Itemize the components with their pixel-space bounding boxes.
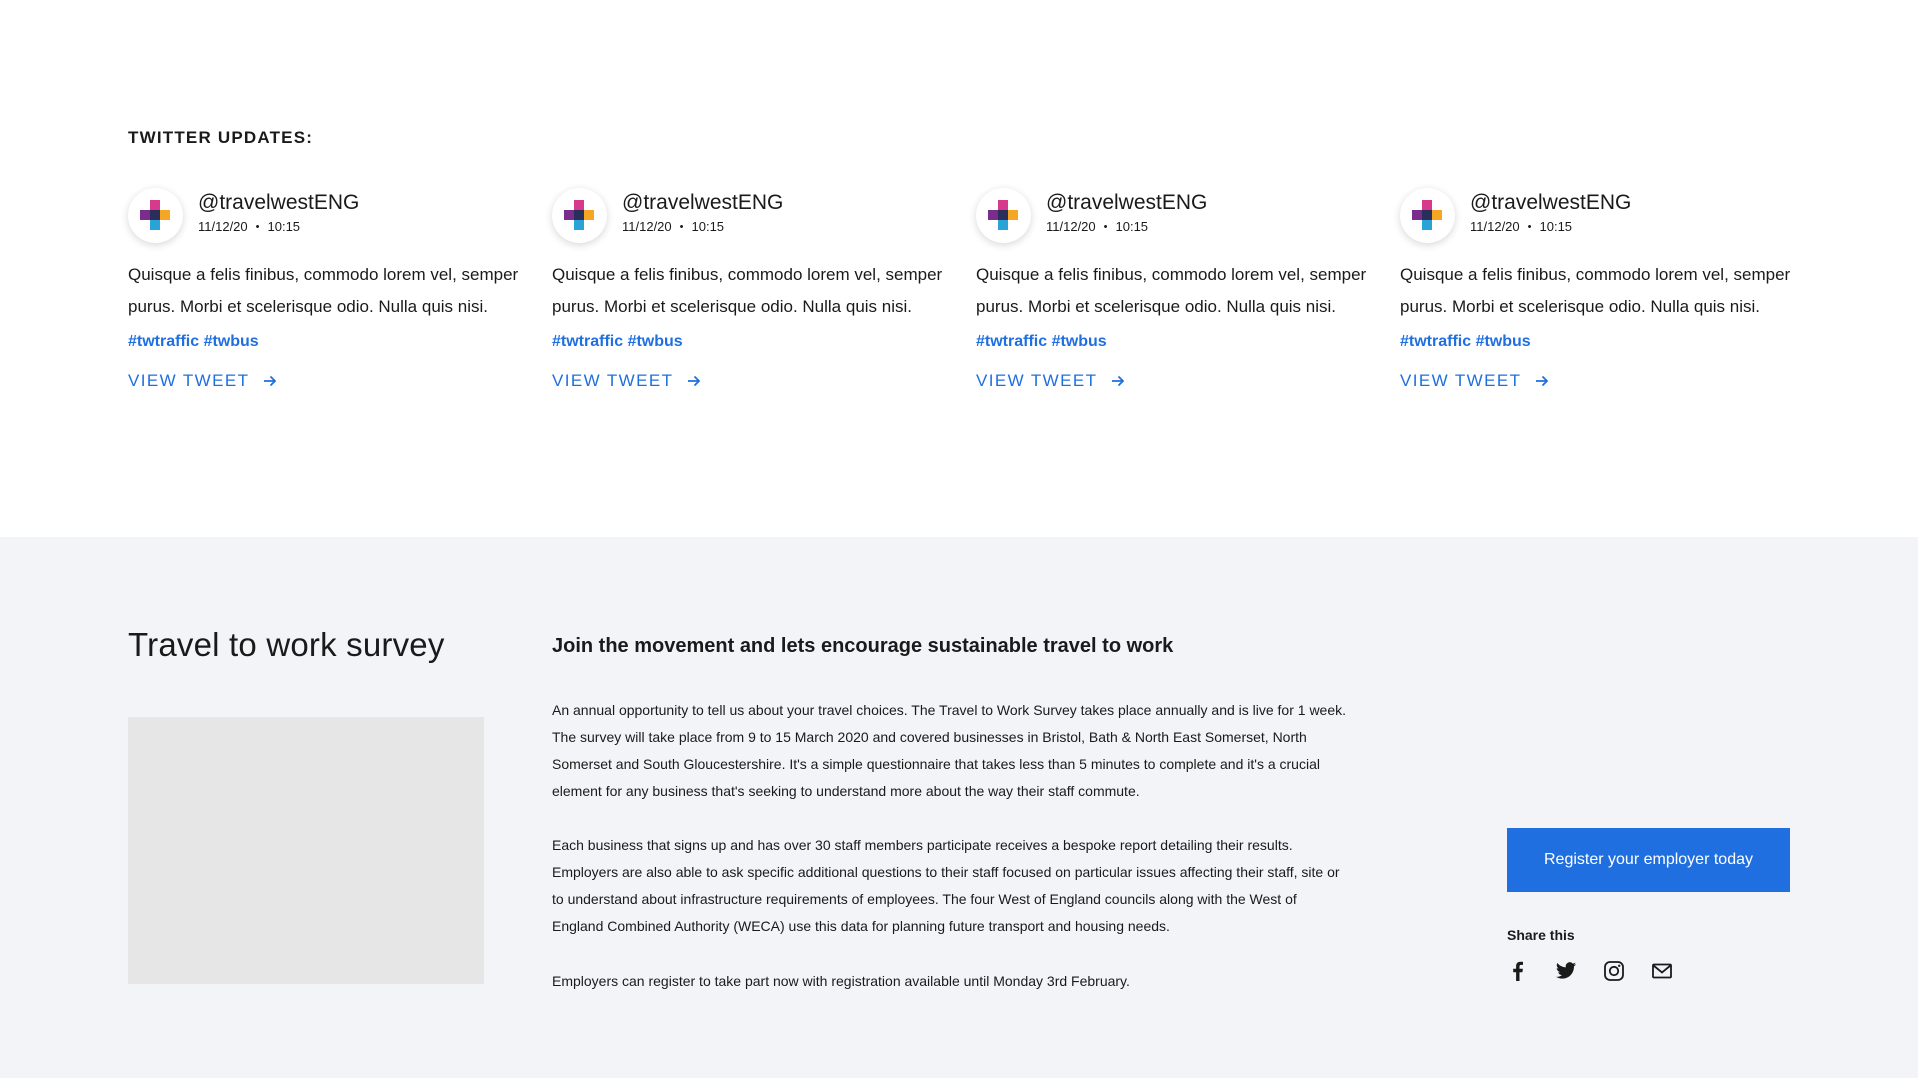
tweet-date: 11/12/20 [1470, 219, 1520, 234]
tweet-body: Quisque a felis finibus, commodo lorem v… [1400, 265, 1791, 316]
avatar [976, 188, 1031, 243]
tweet-meta: @travelwestENG 11/12/20 • 10:15 [1470, 188, 1631, 234]
tweet-handle[interactable]: @travelwestENG [622, 189, 783, 217]
tweet-timestamp: 11/12/20 • 10:15 [622, 219, 783, 234]
view-tweet-label: VIEW TWEET [1400, 371, 1522, 390]
view-tweet-link[interactable]: VIEW TWEET [128, 371, 528, 391]
email-icon[interactable] [1651, 960, 1673, 982]
view-tweet-link[interactable]: VIEW TWEET [552, 371, 952, 391]
tweet-header: @travelwestENG 11/12/20 • 10:15 [552, 188, 952, 246]
tweet-timestamp: 11/12/20 • 10:15 [1470, 219, 1631, 234]
tweet-meta: @travelwestENG 11/12/20 • 10:15 [1046, 188, 1207, 234]
tweet-timestamp: 11/12/20 • 10:15 [1046, 219, 1207, 234]
arrow-right-icon [1536, 375, 1549, 387]
arrow-right-icon [1112, 375, 1125, 387]
travelwest-logo-icon [1412, 200, 1442, 230]
tweet-date: 11/12/20 [1046, 219, 1096, 234]
tweet-time: 10:15 [691, 219, 725, 234]
tweet-time: 10:15 [1115, 219, 1149, 234]
tweet-handle[interactable]: @travelwestENG [198, 189, 359, 217]
tweet-hashtags[interactable]: #twtraffic #twbus [128, 333, 528, 351]
avatar [552, 188, 607, 243]
tweet-time: 10:15 [1539, 219, 1573, 234]
separator-dot: • [1103, 220, 1108, 233]
twitter-section: TWITTER UPDATES: @travelwestENG 11/12/20… [0, 0, 1918, 537]
survey-paragraph: Each business that signs up and has over… [552, 837, 1340, 934]
travelwest-logo-icon [988, 200, 1018, 230]
tweet-meta: @travelwestENG 11/12/20 • 10:15 [622, 188, 783, 234]
share-label: Share this [1507, 927, 1575, 943]
view-tweet-label: VIEW TWEET [552, 371, 674, 390]
tweet-timestamp: 11/12/20 • 10:15 [198, 219, 359, 234]
separator-dot: • [679, 220, 684, 233]
arrow-right-icon [688, 375, 701, 387]
avatar [128, 188, 183, 243]
tweet-body: Quisque a felis finibus, commodo lorem v… [976, 265, 1367, 316]
tweet-body: Quisque a felis finibus, commodo lorem v… [552, 265, 943, 316]
tweet-hashtags[interactable]: #twtraffic #twbus [976, 333, 1376, 351]
tweet-card: @travelwestENG 11/12/20 • 10:15 Quisque … [1400, 188, 1800, 391]
separator-dot: • [1527, 220, 1532, 233]
survey-paragraph: Employers can register to take part now … [552, 973, 1130, 989]
tweet-header: @travelwestENG 11/12/20 • 10:15 [1400, 188, 1800, 246]
survey-subtitle: Join the movement and lets encourage sus… [552, 635, 1174, 657]
twitter-heading: TWITTER UPDATES: [128, 128, 314, 147]
tweet-meta: @travelwestENG 11/12/20 • 10:15 [198, 188, 359, 234]
tweet-card: @travelwestENG 11/12/20 • 10:15 Quisque … [976, 188, 1376, 391]
view-tweet-link[interactable]: VIEW TWEET [1400, 371, 1800, 391]
view-tweet-link[interactable]: VIEW TWEET [976, 371, 1376, 391]
tweet-hashtags[interactable]: #twtraffic #twbus [552, 333, 952, 351]
tweet-body: Quisque a felis finibus, commodo lorem v… [128, 265, 519, 316]
survey-title: Travel to work survey [128, 626, 445, 663]
tweet-time: 10:15 [267, 219, 301, 234]
survey-section: Travel to work survey Join the movement … [0, 537, 1918, 1078]
survey-image-placeholder [128, 717, 484, 984]
twitter-icon[interactable] [1555, 960, 1577, 982]
travelwest-logo-icon [140, 200, 170, 230]
avatar [1400, 188, 1455, 243]
instagram-icon[interactable] [1603, 960, 1625, 982]
tweet-header: @travelwestENG 11/12/20 • 10:15 [976, 188, 1376, 246]
arrow-right-icon [264, 375, 277, 387]
share-icons [1507, 960, 1699, 982]
travelwest-logo-icon [564, 200, 594, 230]
tweet-hashtags[interactable]: #twtraffic #twbus [1400, 333, 1800, 351]
view-tweet-label: VIEW TWEET [976, 371, 1098, 390]
tweet-card: @travelwestENG 11/12/20 • 10:15 Quisque … [128, 188, 528, 391]
facebook-icon[interactable] [1507, 960, 1529, 982]
tweet-header: @travelwestENG 11/12/20 • 10:15 [128, 188, 528, 246]
tweet-date: 11/12/20 [622, 219, 672, 234]
separator-dot: • [255, 220, 260, 233]
view-tweet-label: VIEW TWEET [128, 371, 250, 390]
register-employer-button[interactable]: Register your employer today [1507, 828, 1790, 892]
tweet-handle[interactable]: @travelwestENG [1470, 189, 1631, 217]
tweet-date: 11/12/20 [198, 219, 248, 234]
survey-paragraph: An annual opportunity to tell us about y… [552, 702, 1347, 799]
tweet-card: @travelwestENG 11/12/20 • 10:15 Quisque … [552, 188, 952, 391]
tweet-handle[interactable]: @travelwestENG [1046, 189, 1207, 217]
